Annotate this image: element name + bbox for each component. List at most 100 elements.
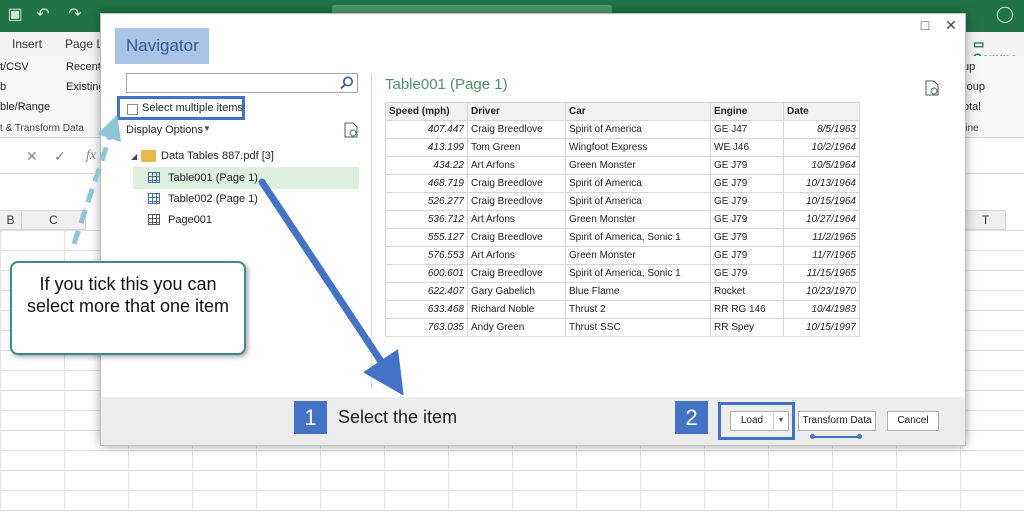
table-cell: 10/27/1964	[783, 210, 860, 229]
table-cell: 600.601	[385, 264, 468, 283]
check-icon[interactable]: ✓	[54, 148, 66, 165]
table-row: 526.277 Craig Breedlove Spirit of America G…	[385, 192, 860, 211]
step-1-badge: 1	[294, 401, 327, 434]
maximize-icon[interactable]: □	[915, 16, 935, 34]
table-cell: 11/2/1965	[783, 228, 860, 247]
table-cell: Spirit of America	[565, 120, 711, 139]
ribbon-existing-connections[interactable]: Existing	[66, 81, 105, 93]
load-button[interactable]: Load	[730, 411, 774, 431]
pane-divider[interactable]	[371, 74, 372, 389]
ribbon-from-web[interactable]: b	[0, 81, 6, 93]
chevron-down-icon[interactable]: ▼	[203, 124, 211, 133]
cancel-button[interactable]: Cancel	[887, 411, 939, 431]
column-header[interactable]: Driver	[467, 102, 566, 121]
load-dropdown-chevron-icon[interactable]: ▼	[773, 411, 789, 431]
table-cell: Craig Breedlove	[467, 174, 566, 193]
progress-indicator	[810, 434, 862, 439]
table-cell: 434.22	[385, 156, 468, 175]
table-row: 555.127 Craig Breedlove Spirit of America,…	[385, 228, 860, 247]
search-field[interactable]	[126, 73, 358, 93]
ribbon-from-table[interactable]: ble/Range	[0, 101, 50, 113]
preview-title: Table001 (Page 1)	[385, 76, 508, 93]
column-header[interactable]: Car	[565, 102, 711, 121]
table-cell: 10/23/1970	[783, 282, 860, 301]
table-header-row: Speed (mph) Driver Car Engine Date	[385, 102, 860, 121]
table-cell: Art Arfons	[467, 246, 566, 265]
dialog-footer: Load ▼ Transform Data Cancel	[101, 397, 965, 445]
undo-icon[interactable]: ↶	[34, 6, 52, 24]
table-cell: RR Spey	[710, 318, 784, 337]
close-icon[interactable]: ✕	[26, 148, 38, 165]
ribbon-group-label: t & Transform Data	[0, 123, 84, 134]
save-icon[interactable]: ▣	[6, 6, 24, 24]
tab-insert[interactable]: Insert	[12, 37, 42, 51]
preview-refresh-icon[interactable]	[925, 80, 939, 96]
column-header[interactable]: Date	[783, 102, 860, 121]
table-cell: 413.199	[385, 138, 468, 157]
account-icon[interactable]: ◯	[996, 6, 1014, 24]
ribbon-ungroup[interactable]: roup	[963, 81, 985, 93]
table-cell: GE J79	[710, 156, 784, 175]
table-cell: GE J79	[710, 210, 784, 229]
ribbon-from-csv[interactable]: t/CSV	[0, 61, 29, 73]
table-icon	[148, 193, 160, 204]
table-cell: GE J79	[710, 246, 784, 265]
table-cell: Spirit of America, Sonic 1	[565, 264, 711, 283]
page-icon	[148, 214, 160, 225]
column-header[interactable]: Speed (mph)	[385, 102, 468, 121]
navigator-dialog: □ ✕ Navigator Select multiple items Disp…	[100, 13, 966, 446]
table-cell: WE J46	[710, 138, 784, 157]
table-cell: 536.712	[385, 210, 468, 229]
comment-icon: ▭	[973, 37, 985, 51]
select-multiple-checkbox[interactable]	[127, 104, 138, 115]
close-icon[interactable]: ✕	[941, 16, 961, 34]
search-input[interactable]	[127, 74, 337, 92]
column-header-b[interactable]: B	[0, 210, 22, 230]
tree-item-table001[interactable]: Table001 (Page 1)	[133, 167, 359, 189]
step-2-badge: 2	[675, 401, 708, 434]
table-row: 576.553 Art Arfons Green Monster GE J79 11/7…	[385, 246, 860, 265]
folder-icon	[141, 150, 156, 162]
table-cell: Craig Breedlove	[467, 264, 566, 283]
table-cell: Craig Breedlove	[467, 192, 566, 211]
table-cell: Thrust 2	[565, 300, 711, 319]
table-cell: 633.468	[385, 300, 468, 319]
table-cell: GE J79	[710, 264, 784, 283]
table-cell: 10/15/1964	[783, 192, 860, 211]
ribbon-recent-sources[interactable]: Recent	[66, 61, 101, 73]
table-cell: 11/15/1965	[783, 264, 860, 283]
table-cell: Craig Breedlove	[467, 120, 566, 139]
tree-root-item[interactable]: Data Tables 887.pdf [3]	[161, 145, 274, 167]
search-icon[interactable]	[339, 75, 355, 91]
table-cell: Richard Noble	[467, 300, 566, 319]
transform-data-button[interactable]: Transform Data	[798, 411, 876, 431]
tree-item-label: Page001	[168, 214, 213, 226]
display-options-button[interactable]: Display Options	[126, 124, 203, 136]
table-cell: 10/5/1964	[783, 156, 860, 175]
table-cell: Art Arfons	[467, 210, 566, 229]
column-header-t[interactable]: T	[966, 210, 1006, 230]
table-icon	[148, 172, 160, 183]
table-cell: GE J79	[710, 174, 784, 193]
table-cell: Tom Green	[467, 138, 566, 157]
table-cell: GE J47	[710, 120, 784, 139]
table-cell: 10/13/1964	[783, 174, 860, 193]
select-multiple-label[interactable]: Select multiple items	[142, 102, 243, 114]
fx-icon[interactable]: fx	[86, 148, 96, 164]
preview-table: Speed (mph) Driver Car Engine Date 407.4…	[385, 102, 860, 337]
step-1-text: Select the item	[338, 407, 458, 427]
tab-page-layout[interactable]: Page L	[65, 37, 103, 51]
table-row: 622.407 Gary Gabelich Blue Flame Rocket 10/2…	[385, 282, 860, 301]
table-cell: RR RG 146	[710, 300, 784, 319]
redo-icon[interactable]: ↷	[66, 6, 84, 24]
column-header-c[interactable]: C	[22, 210, 86, 230]
table-cell: 576.553	[385, 246, 468, 265]
expand-triangle-icon[interactable]: ◢	[131, 152, 137, 161]
table-cell: Spirit of America, Sonic 1	[565, 228, 711, 247]
tree-item-page001[interactable]: Page001	[168, 209, 212, 231]
tree-item-table002[interactable]: Table002 (Page 1)	[168, 188, 258, 210]
table-cell: GE J79	[710, 192, 784, 211]
refresh-icon[interactable]	[344, 122, 358, 138]
column-header[interactable]: Engine	[710, 102, 784, 121]
table-cell: 11/7/1965	[783, 246, 860, 265]
